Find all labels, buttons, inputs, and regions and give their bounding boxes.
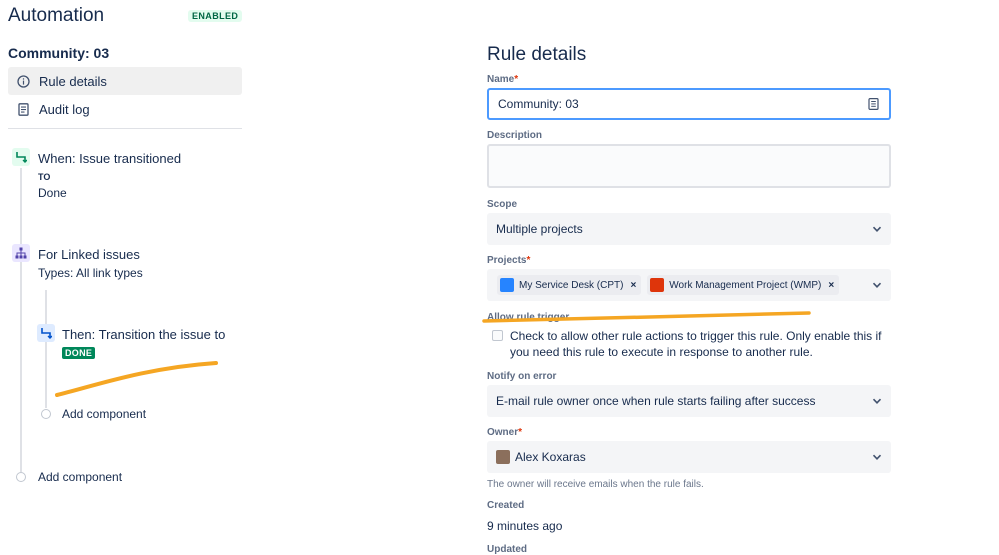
tree-line-inner bbox=[45, 290, 47, 408]
action-title[interactable]: Then: Transition the issue to bbox=[62, 327, 225, 342]
project-chip[interactable]: Work Management Project (WMP) × bbox=[647, 275, 840, 295]
allow-trigger-help: Check to allow other rule actions to tri… bbox=[510, 329, 882, 359]
status-badge: ENABLED bbox=[188, 10, 243, 22]
updated-label: Updated bbox=[487, 544, 527, 555]
chevron-down-icon bbox=[872, 282, 882, 288]
add-component-outer-button[interactable]: Add component bbox=[38, 470, 122, 484]
transition-icon bbox=[37, 324, 55, 342]
remove-icon[interactable]: × bbox=[630, 280, 636, 291]
avatar bbox=[496, 450, 510, 464]
notify-label: Notify on error bbox=[487, 371, 557, 382]
created-value: 9 minutes ago bbox=[487, 519, 563, 533]
trigger-to-value: Done bbox=[38, 186, 67, 200]
projects-label: Projects* bbox=[487, 255, 531, 266]
sidebar-divider bbox=[8, 128, 242, 129]
created-label: Created bbox=[487, 500, 525, 511]
remove-icon[interactable]: × bbox=[828, 280, 834, 291]
app-title: Automation bbox=[8, 5, 105, 26]
scope-select[interactable]: Multiple projects bbox=[487, 213, 891, 245]
notify-select[interactable]: E-mail rule owner once when rule starts … bbox=[487, 385, 891, 417]
owner-note: The owner will receive emails when the r… bbox=[487, 479, 704, 490]
transition-icon bbox=[12, 148, 30, 166]
projects-select[interactable]: My Service Desk (CPT) × Work Management … bbox=[487, 269, 891, 301]
branch-subtitle: Types: All link types bbox=[38, 266, 143, 280]
chevron-down-icon bbox=[872, 398, 882, 404]
owner-value: Alex Koxaras bbox=[515, 450, 586, 464]
description-textarea[interactable] bbox=[487, 144, 891, 188]
chevron-down-icon bbox=[872, 226, 882, 232]
notify-value: E-mail rule owner once when rule starts … bbox=[496, 394, 816, 408]
branch-title[interactable]: For Linked issues bbox=[38, 247, 140, 262]
document-icon bbox=[868, 98, 880, 111]
add-component-dot bbox=[41, 409, 51, 419]
sidebar-item-label: Rule details bbox=[39, 73, 107, 89]
owner-label: Owner* bbox=[487, 427, 523, 438]
rule-name: Community: 03 bbox=[8, 45, 110, 61]
sidebar-item-rule-details[interactable]: Rule details bbox=[8, 67, 242, 95]
scope-value: Multiple projects bbox=[496, 222, 583, 236]
tree-line-outer bbox=[20, 168, 22, 472]
owner-select[interactable]: Alex Koxaras bbox=[487, 441, 891, 473]
name-input[interactable]: Community: 03 bbox=[487, 88, 891, 120]
allow-trigger-checkbox[interactable] bbox=[492, 330, 503, 341]
annotation-underline bbox=[482, 311, 811, 323]
name-label: Name* bbox=[487, 74, 519, 85]
sidebar-item-label: Audit log bbox=[39, 101, 90, 117]
project-avatar-icon bbox=[650, 278, 665, 292]
add-component-inner-button[interactable]: Add component bbox=[62, 407, 146, 421]
document-icon bbox=[16, 102, 30, 116]
project-avatar-icon bbox=[500, 278, 514, 292]
sidebar-item-audit-log[interactable]: Audit log bbox=[8, 95, 242, 123]
info-icon bbox=[16, 74, 30, 88]
project-chip-label: My Service Desk (CPT) bbox=[519, 279, 624, 291]
name-input-value: Community: 03 bbox=[498, 97, 579, 111]
trigger-to-label: TO bbox=[38, 172, 51, 182]
chevron-down-icon bbox=[872, 454, 882, 460]
project-chip[interactable]: My Service Desk (CPT) × bbox=[497, 275, 642, 295]
scope-label: Scope bbox=[487, 199, 518, 210]
add-component-dot bbox=[16, 472, 26, 482]
annotation-underline bbox=[55, 361, 218, 397]
page-title: Rule details bbox=[487, 44, 587, 65]
branch-icon bbox=[12, 244, 30, 262]
trigger-title[interactable]: When: Issue transitioned bbox=[38, 151, 181, 166]
description-label: Description bbox=[487, 130, 543, 141]
project-chip-label: Work Management Project (WMP) bbox=[669, 279, 822, 291]
